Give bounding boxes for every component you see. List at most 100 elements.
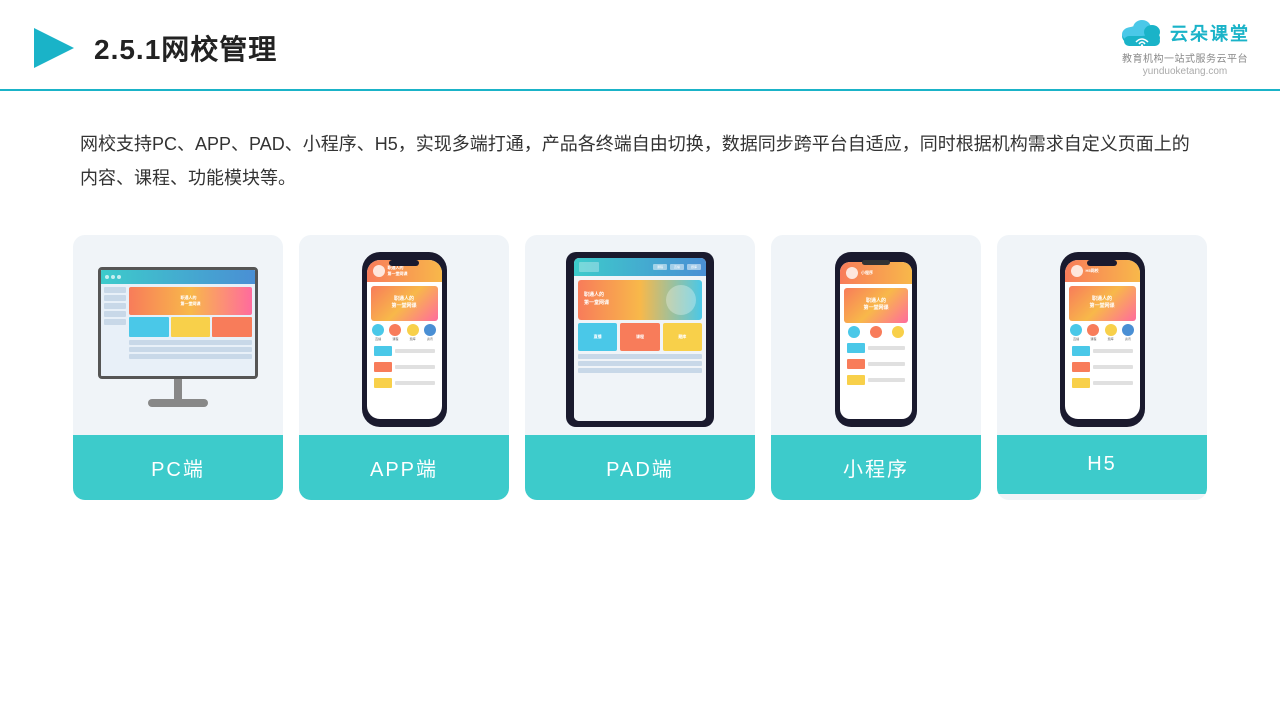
card-pad-label: PAD端 bbox=[525, 435, 755, 500]
tablet-cards-row: 直播 课程 题库 bbox=[578, 323, 702, 351]
miniapp-icon-3 bbox=[892, 326, 904, 338]
miniapp-banner-text: 职通人的第一堂网课 bbox=[863, 298, 888, 312]
phone-banner: 职通人的第一堂网课 bbox=[371, 286, 438, 321]
h5-circle-3 bbox=[1105, 324, 1117, 336]
icon-circle-4 bbox=[424, 324, 436, 336]
h5-body: 职通人的第一堂网课 直播 课程 bbox=[1065, 282, 1140, 394]
play-icon bbox=[30, 24, 78, 72]
phone-header-text: 职通人的第一堂网课 bbox=[388, 265, 436, 277]
card-pc-label: PC端 bbox=[73, 435, 283, 500]
h5-label-2: 课程 bbox=[1090, 337, 1096, 341]
tablet-header: 课程 直播 题库 bbox=[574, 258, 706, 276]
h5-icon-2: 课程 bbox=[1087, 324, 1099, 341]
h5-thumb-3 bbox=[1072, 378, 1090, 388]
phone-icon-1: 直播 bbox=[372, 324, 384, 341]
monitor-stand bbox=[174, 379, 182, 399]
card-h5-image: H5网校 职通人的第一堂网课 直播 bbox=[997, 235, 1207, 435]
phone-course-list bbox=[371, 344, 438, 390]
h5-label-3: 题库 bbox=[1108, 337, 1114, 341]
course-text-2 bbox=[395, 365, 435, 369]
miniapp-icon-2 bbox=[870, 326, 882, 338]
monitor-sidebar bbox=[104, 287, 126, 359]
phone-body: 职通人的第一堂网课 直播 课程 bbox=[367, 282, 442, 394]
h5-icon-4: 资讯 bbox=[1122, 324, 1134, 341]
tablet-body: 职通人的第一堂网课 直播 课程 bbox=[574, 276, 706, 421]
page-title: 2.5.1网校管理 bbox=[94, 28, 277, 68]
logo-cloud: 云朵课堂 bbox=[1120, 18, 1250, 48]
card-app: 职通人的第一堂网课 职通人的第一堂网课 直播 bbox=[299, 235, 509, 500]
miniapp-course-text-3 bbox=[868, 378, 905, 382]
h5-course-2 bbox=[1069, 360, 1136, 374]
miniapp-body: 职通人的第一堂网课 bbox=[840, 284, 912, 391]
icon-label-2: 课程 bbox=[392, 337, 398, 341]
card-app-label: APP端 bbox=[299, 435, 509, 500]
tablet-card-text-3: 题库 bbox=[678, 334, 686, 340]
sidebar-item-4 bbox=[104, 311, 126, 317]
nav-dot-1: 课程 bbox=[653, 264, 667, 270]
monitor-card-2 bbox=[171, 317, 211, 337]
phone-banner-text: 职通人的第一堂网课 bbox=[391, 296, 416, 310]
card-pad: 课程 直播 题库 职通人的第一堂网课 bbox=[525, 235, 755, 500]
nav-dot-3: 题库 bbox=[687, 264, 701, 270]
card-pc: 职通人的第一堂网课 bbox=[73, 235, 283, 500]
miniapp-phone-mock: 小程序 职通人的第一堂网课 bbox=[835, 252, 917, 427]
tablet-row-1 bbox=[578, 354, 702, 359]
miniapp-avatar bbox=[846, 267, 858, 279]
miniapp-icon-1 bbox=[848, 326, 860, 338]
logo-sub: 教育机构一站式服务云平台 bbox=[1122, 50, 1248, 65]
monitor-row-3 bbox=[129, 354, 252, 359]
tablet-card-text-2: 课程 bbox=[636, 334, 644, 340]
monitor-screen: 职通人的第一堂网课 bbox=[98, 267, 258, 379]
icon-label-4: 资讯 bbox=[427, 337, 433, 341]
phone-icon-2: 课程 bbox=[389, 324, 401, 341]
miniapp-course-text-1 bbox=[868, 346, 905, 350]
h5-header-text: H5网校 bbox=[1086, 268, 1134, 274]
logo-text: 云朵课堂 bbox=[1170, 20, 1250, 46]
h5-circle-1 bbox=[1070, 324, 1082, 336]
pc-monitor-mock: 职通人的第一堂网课 bbox=[92, 267, 264, 412]
monitor-rows bbox=[129, 340, 252, 359]
h5-label-1: 直播 bbox=[1073, 337, 1079, 341]
miniapp-circle-3 bbox=[892, 326, 904, 338]
logo-url: yunduoketang.com bbox=[1143, 66, 1228, 77]
phone-notch bbox=[389, 260, 419, 266]
tablet-card-1: 直播 bbox=[578, 323, 617, 351]
miniapp-notch bbox=[862, 260, 890, 265]
monitor-banner: 职通人的第一堂网课 bbox=[129, 287, 252, 315]
monitor-content: 职通人的第一堂网课 bbox=[101, 270, 255, 376]
monitor-dot-1 bbox=[105, 275, 109, 279]
monitor-card-1 bbox=[129, 317, 169, 337]
sidebar-item-1 bbox=[104, 287, 126, 293]
h5-banner: 职通人的第一堂网课 bbox=[1069, 286, 1136, 321]
miniapp-thumb-1 bbox=[847, 343, 865, 353]
tablet-banner-text: 职通人的第一堂网课 bbox=[584, 292, 609, 307]
miniapp-icons-row bbox=[844, 326, 908, 338]
icon-circle-1 bbox=[372, 324, 384, 336]
monitor-main: 职通人的第一堂网课 bbox=[129, 287, 252, 359]
miniapp-thumb-2 bbox=[847, 359, 865, 369]
monitor-header-bar bbox=[101, 270, 255, 284]
icon-circle-2 bbox=[389, 324, 401, 336]
course-thumb-3 bbox=[374, 378, 392, 388]
monitor-base bbox=[148, 399, 208, 407]
tablet-banner-img bbox=[666, 285, 696, 315]
tablet-row-3 bbox=[578, 368, 702, 373]
course-thumb-1 bbox=[374, 346, 392, 356]
sidebar-item-3 bbox=[104, 303, 126, 309]
course-text-1 bbox=[395, 349, 435, 353]
miniapp-course-list bbox=[844, 341, 908, 387]
h5-phone-mock: H5网校 职通人的第一堂网课 直播 bbox=[1060, 252, 1145, 427]
icon-label-1: 直播 bbox=[375, 337, 381, 341]
tablet-content: 课程 直播 题库 职通人的第一堂网课 bbox=[574, 258, 706, 421]
miniapp-course-3 bbox=[844, 373, 908, 387]
h5-avatar bbox=[1071, 265, 1083, 277]
miniapp-course-1 bbox=[844, 341, 908, 355]
h5-circle-4 bbox=[1122, 324, 1134, 336]
monitor-card-3 bbox=[212, 317, 252, 337]
miniapp-screen: 小程序 职通人的第一堂网课 bbox=[840, 262, 912, 419]
monitor-banner-text: 职通人的第一堂网课 bbox=[181, 295, 201, 307]
card-h5: H5网校 职通人的第一堂网课 直播 bbox=[997, 235, 1207, 500]
h5-icon-3: 题库 bbox=[1105, 324, 1117, 341]
tablet-card-3: 题库 bbox=[663, 323, 702, 351]
header-left: 2.5.1网校管理 bbox=[30, 24, 277, 72]
